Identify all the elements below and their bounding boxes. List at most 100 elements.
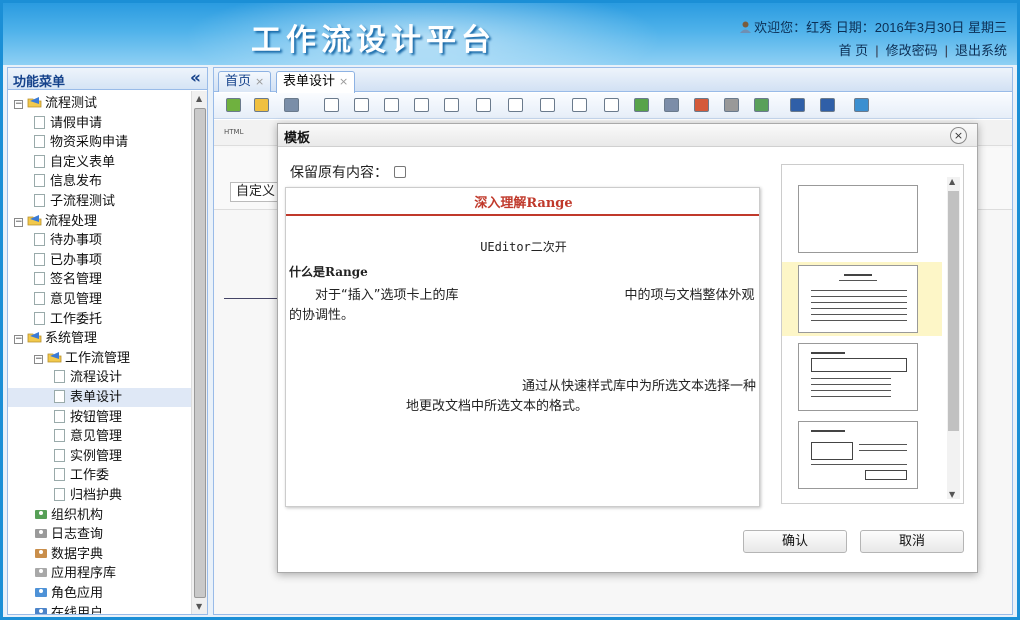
- tab-close-icon[interactable]: ×: [255, 75, 264, 88]
- menu-item[interactable]: 实例管理: [8, 447, 191, 466]
- folder-icon: [27, 97, 42, 108]
- menu-item-label: 数据字典: [51, 546, 104, 562]
- menu-item-label: 日志查询: [51, 527, 104, 543]
- collapse-toggle-icon[interactable]: −: [14, 100, 23, 109]
- template-thumb-notice[interactable]: [798, 421, 918, 489]
- collapse-toggle-icon[interactable]: −: [14, 335, 23, 345]
- toolbar-tool-icon[interactable]: [604, 98, 619, 112]
- preview-title: 深入理解Range: [474, 196, 573, 211]
- menu-item[interactable]: 数据字典: [8, 545, 191, 564]
- collapse-sidebar-icon[interactable]: «: [190, 68, 201, 88]
- toolbar-tool-icon[interactable]: [284, 98, 299, 112]
- toolbar-tool-icon[interactable]: [444, 98, 459, 112]
- tab-form-design[interactable]: 表单设计 ×: [276, 71, 356, 93]
- toolbar-tool-icon[interactable]: [508, 98, 523, 112]
- cancel-button[interactable]: 取消: [860, 530, 964, 553]
- scroll-down-icon[interactable]: ▼: [196, 602, 202, 611]
- menu-item[interactable]: 信息发布: [8, 172, 191, 191]
- menu-item[interactable]: 日志查询: [8, 525, 191, 544]
- log-icon: [35, 529, 47, 539]
- scroll-up-icon[interactable]: ▲: [196, 94, 202, 103]
- menu-item[interactable]: 待办事项: [8, 231, 191, 250]
- toolbar-tool-icon[interactable]: [384, 98, 399, 112]
- folder-icon: [47, 351, 62, 363]
- menu-item[interactable]: 工作委: [8, 466, 191, 485]
- menu-item[interactable]: 归档护典: [8, 486, 191, 505]
- keep-content-checkbox[interactable]: [394, 166, 406, 178]
- toolbar-tool-icon[interactable]: [324, 98, 339, 112]
- menu-item[interactable]: 物资采购申请: [8, 133, 191, 152]
- menu-item[interactable]: 按钮管理: [8, 408, 191, 427]
- menu-item-label: 表单设计: [70, 390, 123, 405]
- menu-item[interactable]: 在线用户: [8, 604, 191, 614]
- menu-item[interactable]: 自定义表单: [8, 153, 191, 172]
- menu-item-label: 工作流管理: [65, 350, 131, 366]
- scroll-down-icon[interactable]: ▼: [949, 490, 955, 499]
- menu-item[interactable]: 角色应用: [8, 584, 191, 603]
- menu-item[interactable]: 表单设计: [8, 388, 191, 407]
- menu-item[interactable]: 意见管理: [8, 290, 191, 309]
- menu-item[interactable]: − 流程处理: [8, 212, 191, 231]
- document-icon: [54, 468, 65, 482]
- menu-item-label: 组织机构: [51, 507, 104, 523]
- template-thumb-report[interactable]: [798, 343, 918, 411]
- template-thumb-blank[interactable]: [798, 185, 918, 253]
- menu-item[interactable]: 意见管理: [8, 427, 191, 446]
- menu-item[interactable]: − 流程测试: [8, 94, 191, 113]
- menu-item-label: 意见管理: [70, 429, 123, 445]
- menu-item[interactable]: 已办事项: [8, 251, 191, 270]
- form-toolbar: [214, 93, 1012, 119]
- welcome-info: 欢迎您：红秀 日期：2016年3月30日 星期三: [740, 17, 1007, 36]
- menu-item-label: 按钮管理: [70, 409, 123, 425]
- menu-item[interactable]: 子流程测试: [8, 192, 191, 211]
- toolbar-tool-icon[interactable]: [572, 98, 587, 112]
- toolbar-tool-icon[interactable]: [634, 98, 649, 112]
- collapse-toggle-icon[interactable]: −: [34, 354, 43, 364]
- menu-item-label: 签名管理: [50, 272, 103, 288]
- toolbar-tool-icon[interactable]: [754, 98, 769, 112]
- sidebar-scroll-thumb[interactable]: [194, 108, 206, 598]
- toolbar-tool-icon[interactable]: [226, 98, 241, 112]
- sidebar-scrollbar[interactable]: ▲ ▼: [191, 91, 207, 614]
- template-list-scrollbar[interactable]: ▲ ▼: [947, 177, 960, 499]
- toolbar-tool-icon[interactable]: [476, 98, 491, 112]
- home-link[interactable]: 首 页: [839, 43, 869, 58]
- tab-close-icon[interactable]: ×: [339, 75, 348, 88]
- html-source-button[interactable]: HTML: [224, 128, 243, 136]
- toolbar-tool-icon[interactable]: [664, 98, 679, 112]
- menu-item[interactable]: 工作委托: [8, 310, 191, 329]
- template-scroll-thumb[interactable]: [948, 191, 959, 431]
- menu-item[interactable]: 请假申请: [8, 114, 191, 133]
- document-icon: [54, 409, 65, 423]
- tab-home[interactable]: 首页 ×: [218, 71, 272, 92]
- toolbar-tool-icon[interactable]: [254, 98, 269, 112]
- document-icon: [54, 429, 65, 443]
- menu-item[interactable]: 流程设计: [8, 368, 191, 387]
- toolbar-tool-icon[interactable]: [694, 98, 709, 112]
- app-frame: 工作流设计平台 欢迎您：红秀 日期：2016年3月30日 星期三 首 页 | 修改密…: [3, 3, 1017, 617]
- menu-item-label: 信息发布: [50, 174, 103, 190]
- toolbar-tool-icon[interactable]: [354, 98, 369, 112]
- toolbar-tool-icon[interactable]: [724, 98, 739, 112]
- menu-item[interactable]: − 系统管理: [8, 329, 191, 348]
- menu-item[interactable]: − 工作流管理: [8, 349, 191, 368]
- scroll-up-icon[interactable]: ▲: [949, 177, 955, 186]
- logout-link[interactable]: 退出系统: [955, 43, 1007, 58]
- app-title: 工作流设计平台: [251, 23, 496, 58]
- toolbar-tool-icon[interactable]: [854, 98, 869, 112]
- keep-content-row: 保留原有内容：: [290, 162, 406, 182]
- collapse-toggle-icon[interactable]: −: [14, 217, 23, 227]
- menu-item[interactable]: 签名管理: [8, 270, 191, 289]
- toolbar-tool-icon[interactable]: [540, 98, 555, 112]
- close-icon[interactable]: ×: [950, 127, 967, 144]
- confirm-button[interactable]: 确认: [743, 530, 847, 553]
- custom-select[interactable]: 自定义: [230, 182, 282, 202]
- toolbar-tool-icon[interactable]: [790, 98, 805, 112]
- menu-item[interactable]: 组织机构: [8, 506, 191, 525]
- toolbar-tool-icon[interactable]: [414, 98, 429, 112]
- change-password-link[interactable]: 修改密码: [886, 43, 938, 58]
- template-thumb-article[interactable]: [798, 265, 918, 333]
- toolbar-tool-icon[interactable]: [820, 98, 835, 112]
- tab-label: 表单设计: [283, 74, 336, 89]
- menu-item[interactable]: 应用程序库: [8, 564, 191, 583]
